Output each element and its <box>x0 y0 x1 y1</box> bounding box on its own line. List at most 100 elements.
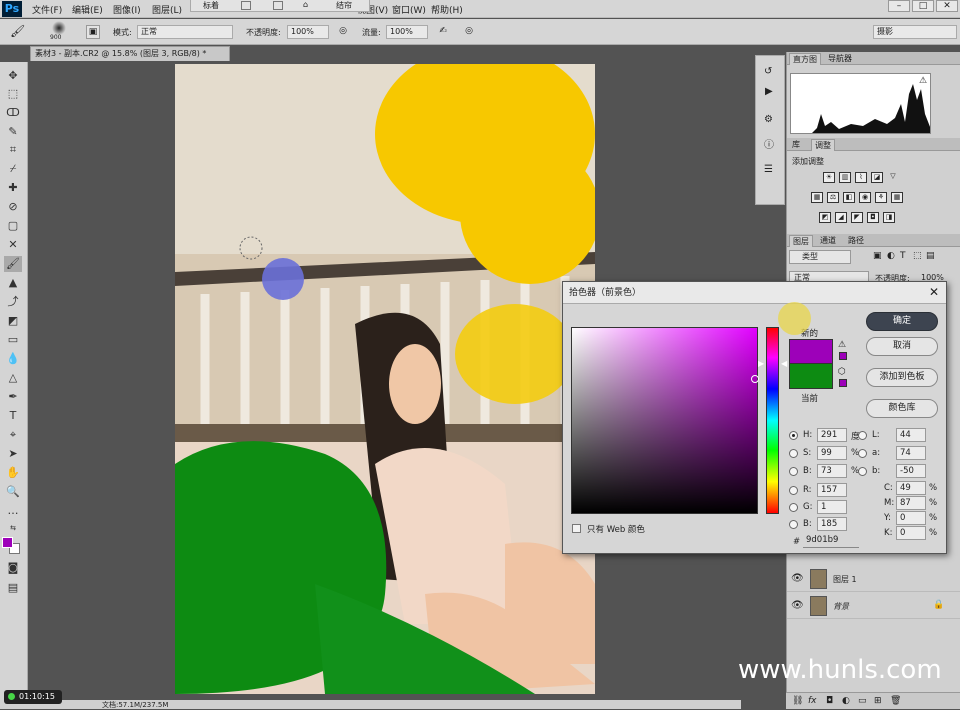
add-to-swatches-button[interactable]: 添加到色板 <box>866 368 938 387</box>
hue-slider-left-arrow-icon[interactable]: ▶ <box>758 359 764 368</box>
gradient-tool-icon[interactable]: ▭ <box>4 332 22 348</box>
warning-icon[interactable]: ⚠ <box>919 76 927 86</box>
blur-tool-icon[interactable]: 💧 <box>4 351 22 367</box>
hue-saturation-icon[interactable]: ▦ <box>811 192 823 203</box>
blue-input[interactable]: 185 <box>817 517 847 531</box>
fx-icon[interactable]: fx <box>808 696 817 706</box>
mode-select[interactable]: 正常 <box>137 25 233 39</box>
cancel-button[interactable]: 取消 <box>866 337 938 356</box>
color-field[interactable] <box>571 327 759 514</box>
gradient-map-icon[interactable]: ◨ <box>883 212 895 223</box>
type-tool-icon[interactable]: T <box>4 408 22 424</box>
more-tools-icon[interactable]: … <box>4 503 22 519</box>
menu-edit[interactable]: 编辑(E) <box>72 3 103 16</box>
brush-preset-icon[interactable] <box>52 21 66 35</box>
patch-tool-icon[interactable]: ⊘ <box>4 199 22 215</box>
restore-button[interactable]: □ <box>912 0 934 12</box>
quick-select-tool-icon[interactable]: ✎ <box>4 124 22 140</box>
brightness-icon[interactable]: ☀ <box>823 172 835 183</box>
add-mask-icon[interactable]: ◘ <box>826 696 833 706</box>
s-input[interactable]: 99 <box>817 446 847 460</box>
selective-color-icon[interactable]: ◘ <box>867 212 879 223</box>
radio-r[interactable] <box>789 486 798 495</box>
color-lookup-icon[interactable]: ▦ <box>891 192 903 203</box>
menu-window[interactable]: 窗口(W) <box>392 3 426 16</box>
trash-icon[interactable]: 🗑 <box>890 696 901 706</box>
frame-tool-icon[interactable]: ▢ <box>4 218 22 234</box>
pixel-filter-icon[interactable]: ▣ <box>873 251 882 261</box>
adjust-filter-icon[interactable]: ◐ <box>887 251 895 261</box>
g-input[interactable]: 1 <box>817 500 847 514</box>
document-tab[interactable]: 素材3 - 副本.CR2 @ 15.8% (图层 3, RGB/8) * <box>30 46 230 61</box>
hex-input[interactable]: 9d01b9 <box>803 534 859 548</box>
radio-blue[interactable] <box>789 520 798 529</box>
minimize-button[interactable]: – <box>888 0 910 12</box>
pen-tool-icon[interactable]: ✒ <box>4 389 22 405</box>
curves-icon[interactable]: ⌇ <box>855 172 867 183</box>
default-colors-icon[interactable]: ⇆ <box>4 520 22 536</box>
hue-slider[interactable] <box>766 327 779 514</box>
brush-settings-icon[interactable]: ⚙ <box>764 114 773 125</box>
marquee-tool-icon[interactable]: ⬚ <box>4 86 22 102</box>
c-input[interactable]: 49 <box>896 481 926 495</box>
move-tool-icon[interactable]: ✥ <box>4 68 22 84</box>
foreground-color-swatch[interactable] <box>2 537 13 548</box>
eyedropper-tool-icon[interactable]: ⌿ <box>4 161 22 177</box>
tab-libraries[interactable]: 库 <box>789 139 803 151</box>
layer-filter-select[interactable]: 类型 <box>789 250 851 264</box>
hue-slider-right-arrow-icon[interactable]: ◀ <box>781 359 787 368</box>
content-aware-move-icon[interactable]: ✕ <box>4 237 22 253</box>
new-group-icon[interactable]: ▭ <box>858 696 867 706</box>
eye-icon[interactable]: 👁 <box>791 600 804 611</box>
invert-icon[interactable]: ◩ <box>819 212 831 223</box>
color-balance-icon[interactable]: ⚖ <box>827 192 839 203</box>
eraser-tool-icon[interactable]: ◩ <box>4 313 22 329</box>
radio-g[interactable] <box>789 503 798 512</box>
brush-panel-icon[interactable]: ▣ <box>86 25 100 39</box>
crop-tool-icon[interactable]: ⌗ <box>4 142 22 158</box>
actions-panel-icon[interactable]: ▶ <box>765 86 773 97</box>
radio-lab-b[interactable] <box>858 467 867 476</box>
close-button[interactable]: ✕ <box>936 0 958 12</box>
channel-mixer-icon[interactable]: ⚘ <box>875 192 887 203</box>
path-select-tool-icon[interactable]: ⌖ <box>4 427 22 443</box>
opacity-input[interactable]: 100% <box>287 25 329 39</box>
threshold-icon[interactable]: ◤ <box>851 212 863 223</box>
zoom-tool-icon[interactable]: 🔍 <box>4 484 22 500</box>
web-safe-swatch[interactable] <box>839 379 847 387</box>
document-canvas[interactable] <box>175 64 595 694</box>
exposure-icon[interactable]: ◪ <box>871 172 883 183</box>
smart-filter-icon[interactable]: ▤ <box>926 251 935 261</box>
color-field-cursor[interactable] <box>751 375 759 383</box>
m-input[interactable]: 87 <box>896 496 926 510</box>
l-input[interactable]: 44 <box>896 428 926 442</box>
dialog-close-icon[interactable]: ✕ <box>928 286 940 298</box>
current-color-swatch[interactable] <box>789 364 833 389</box>
brush-tool-icon-active[interactable]: 🖌 <box>4 256 22 272</box>
radio-l[interactable] <box>858 431 867 440</box>
history-panel-icon[interactable]: ↺ <box>764 66 772 77</box>
tab-histogram[interactable]: 直方图 <box>789 53 821 65</box>
shape-filter-icon[interactable]: ⬚ <box>913 251 922 261</box>
new-layer-icon[interactable]: ⊞ <box>874 696 882 706</box>
dodge-tool-icon[interactable]: △ <box>4 370 22 386</box>
color-libraries-button[interactable]: 颜色库 <box>866 399 938 418</box>
direct-select-tool-icon[interactable]: ➤ <box>4 446 22 462</box>
pressure-opacity-icon[interactable]: ◎ <box>336 25 350 39</box>
radio-h[interactable] <box>789 431 798 440</box>
radio-b[interactable] <box>789 467 798 476</box>
layer-row[interactable]: 👁 图层 1 <box>787 566 960 592</box>
brush-tool-icon[interactable]: 🖌 <box>10 25 25 39</box>
quick-mask-icon[interactable]: ◙ <box>4 560 22 576</box>
tab-layers[interactable]: 图层 <box>789 235 813 247</box>
tab-channels[interactable]: 通道 <box>817 235 839 247</box>
home-icon[interactable]: ⌂ <box>303 0 308 9</box>
type-filter-icon[interactable]: T <box>900 251 906 261</box>
new-adjustment-icon[interactable]: ◐ <box>842 696 850 706</box>
out-of-gamut-warning-icon[interactable]: ⚠ <box>838 340 846 350</box>
r-input[interactable]: 157 <box>817 483 847 497</box>
gamut-swatch[interactable] <box>839 352 847 360</box>
y-input[interactable]: 0 <box>896 511 926 525</box>
web-only-checkbox[interactable] <box>572 524 581 533</box>
menu-image[interactable]: 图像(I) <box>113 3 141 16</box>
